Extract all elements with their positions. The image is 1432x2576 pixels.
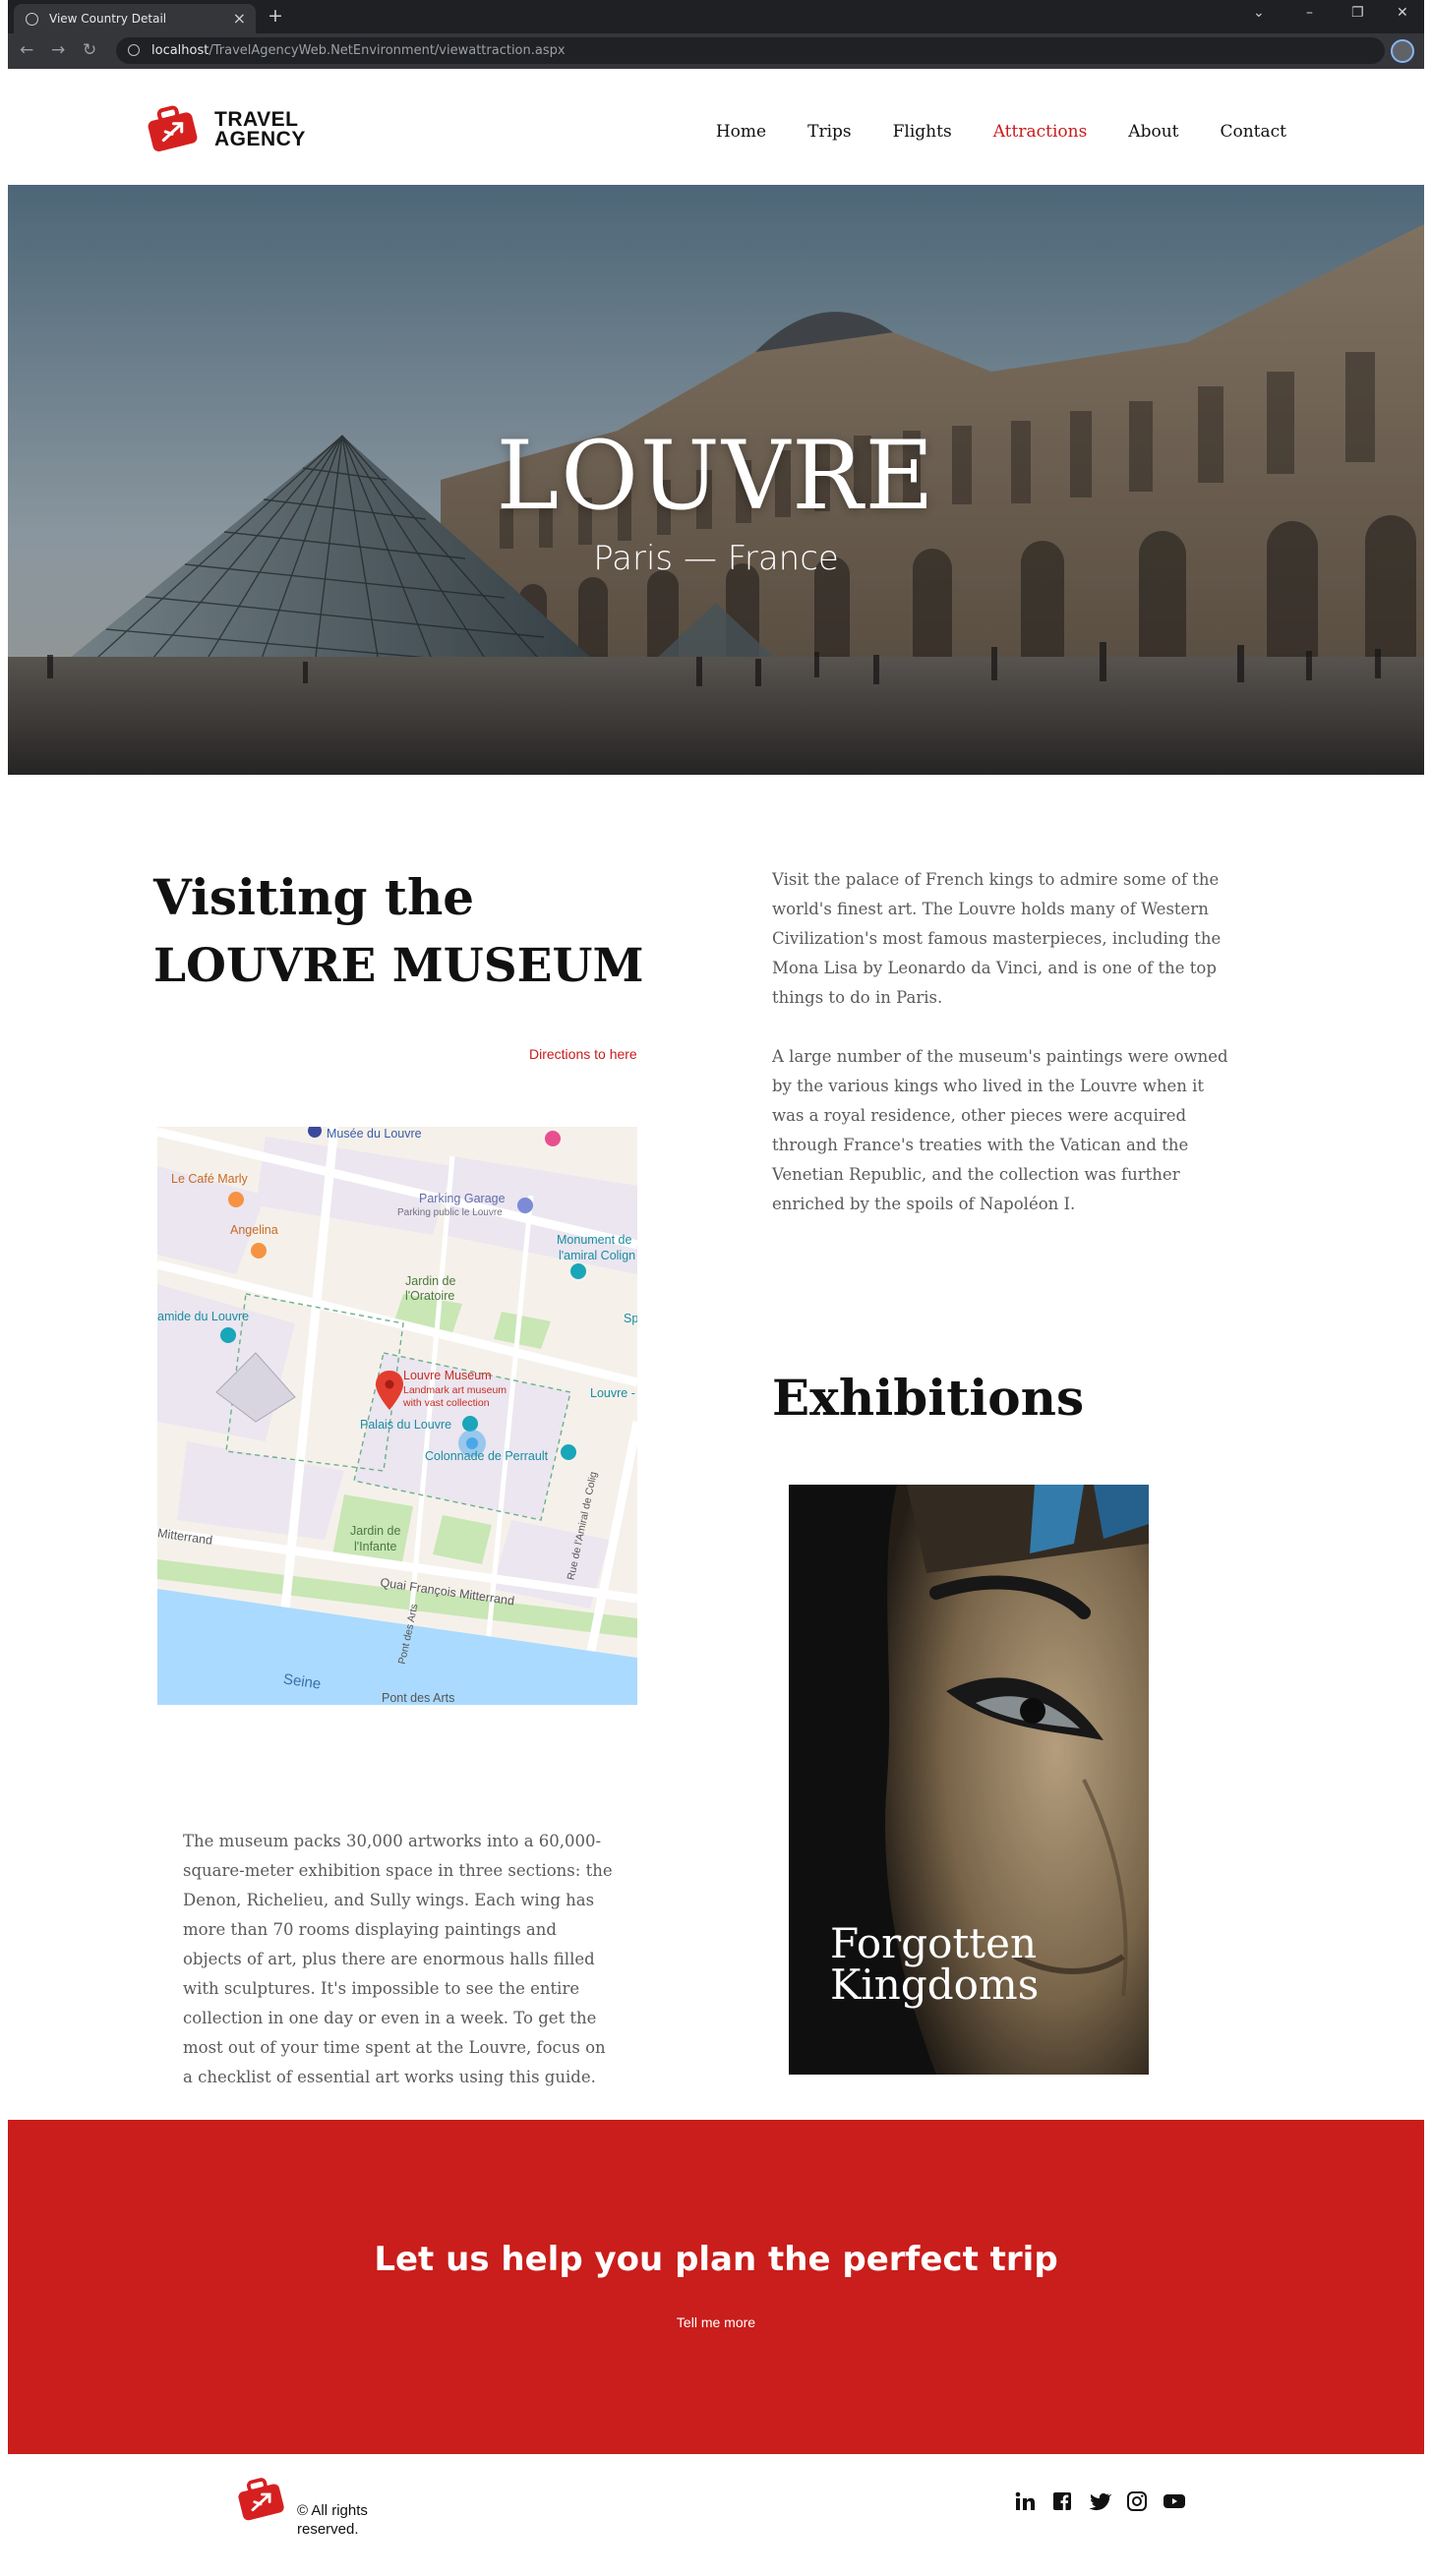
back-icon[interactable]: ← bbox=[20, 40, 33, 60]
hero-title: LOUVRE bbox=[496, 421, 936, 531]
nav-trips[interactable]: Trips bbox=[807, 122, 852, 142]
map-label-colonnade: Colonnade de Perrault bbox=[425, 1449, 549, 1463]
restore-icon[interactable]: ❐ bbox=[1351, 5, 1364, 21]
location-map[interactable]: Musée du Louvre Le Café Marly Angelina P… bbox=[157, 1127, 637, 1705]
chevron-down-icon[interactable]: ⌄ bbox=[1253, 5, 1265, 21]
close-tab-icon[interactable]: × bbox=[233, 9, 246, 28]
tell-me-more-button[interactable]: Tell me more bbox=[8, 2314, 1424, 2330]
intro-paragraph-3: The museum packs 30,000 artworks into a … bbox=[183, 1832, 613, 2086]
map-label-angelina: Angelina bbox=[230, 1223, 278, 1237]
browser-tab[interactable]: View Country Detail × bbox=[14, 4, 256, 33]
cta-banner: Let us help you plan the perfect trip Te… bbox=[8, 2120, 1424, 2454]
address-bar[interactable]: localhost/TravelAgencyWeb.NetEnvironment… bbox=[116, 37, 1385, 64]
tab-title: View Country Detail bbox=[49, 12, 167, 26]
nav-flights[interactable]: Flights bbox=[893, 122, 952, 142]
map-label-jardin-oratoire-2: l'Oratoire bbox=[405, 1289, 455, 1303]
main-nav: Home Trips Flights Attractions About Contact bbox=[716, 122, 1286, 142]
map-label-sp: Sp bbox=[624, 1312, 637, 1325]
browser-toolbar: ← → ↻ localhost/TravelAgencyWeb.NetEnvir… bbox=[8, 33, 1424, 69]
map-label-louvre-desc-2: with vast collection bbox=[403, 1397, 490, 1409]
youtube-icon[interactable] bbox=[1163, 2489, 1186, 2513]
hero-subtitle: Paris — France bbox=[593, 539, 839, 578]
minimize-icon[interactable]: – bbox=[1306, 5, 1313, 21]
social-links bbox=[1013, 2489, 1186, 2513]
linkedin-icon[interactable] bbox=[1013, 2489, 1037, 2513]
hero-banner: LOUVRE Paris — France bbox=[8, 185, 1424, 775]
map-label-cafe: Le Café Marly bbox=[171, 1172, 248, 1186]
intro-paragraph-1: Visit the palace of French kings to admi… bbox=[772, 870, 1222, 1007]
map-label-parking-sub: Parking public le Louvre bbox=[397, 1207, 503, 1218]
nav-attractions[interactable]: Attractions bbox=[993, 122, 1088, 142]
footer-logo-icon[interactable] bbox=[236, 2476, 287, 2521]
visiting-heading: Visiting the LOUVRE MUSEUM bbox=[153, 868, 644, 993]
facebook-icon[interactable] bbox=[1050, 2489, 1074, 2513]
map-label-parking: Parking Garage bbox=[419, 1192, 506, 1205]
map-label-monument-1: Monument de bbox=[557, 1233, 632, 1247]
map-label-louvre-desc-1: Landmark art museum bbox=[403, 1384, 507, 1396]
site-header: TRAVEL AGENCY Home Trips Flights Attraction… bbox=[8, 69, 1424, 185]
map-label-jardin-oratoire-1: Jardin de bbox=[405, 1274, 456, 1288]
browser-window: View Country Detail × + ⌄ – ❐ ✕ ← → ↻ lo… bbox=[8, 0, 1424, 69]
map-label-pont-bottom: Pont des Arts bbox=[382, 1691, 455, 1705]
copyright-text: © All rights reserved. bbox=[297, 2502, 368, 2538]
forward-icon[interactable]: → bbox=[51, 40, 65, 60]
map-label-jardin-infante-1: Jardin de bbox=[350, 1524, 401, 1538]
map-label-musee: Musée du Louvre bbox=[327, 1127, 422, 1141]
suitcase-plane-icon bbox=[148, 105, 198, 151]
map-label-monument-2: l'amiral Colign bbox=[559, 1249, 636, 1262]
nav-home[interactable]: Home bbox=[716, 122, 766, 142]
exhibitions-heading: Exhibitions bbox=[772, 1369, 1085, 1427]
map-label-pyramide: amide du Louvre bbox=[157, 1310, 250, 1323]
intro-paragraph-2: A large number of the museum's paintings… bbox=[772, 1047, 1228, 1213]
map-label-louvre-museum: Louvre Museum bbox=[403, 1369, 492, 1382]
site-info-icon[interactable] bbox=[128, 44, 140, 56]
profile-avatar[interactable] bbox=[1391, 39, 1414, 63]
site-footer: © All rights reserved. bbox=[8, 2454, 1424, 2576]
globe-icon bbox=[26, 13, 38, 26]
exhibition-card[interactable]: Forgotten Kingdoms bbox=[789, 1485, 1149, 2075]
cta-title: Let us help you plan the perfect trip bbox=[374, 2240, 1058, 2279]
reload-icon[interactable]: ↻ bbox=[83, 40, 96, 60]
url-text: localhost/TravelAgencyWeb.NetEnvironment… bbox=[151, 43, 566, 58]
twitter-icon[interactable] bbox=[1088, 2489, 1112, 2513]
directions-link[interactable]: Directions to here bbox=[529, 1046, 637, 1062]
exhibition-title: Forgotten Kingdoms bbox=[830, 1919, 1040, 2009]
instagram-icon[interactable] bbox=[1125, 2489, 1149, 2513]
tab-strip: View Country Detail × + ⌄ – ❐ ✕ bbox=[8, 0, 1424, 33]
map-label-palais: Palais du Louvre bbox=[360, 1418, 452, 1432]
logo-text: TRAVEL AGENCY bbox=[214, 108, 306, 150]
map-label-louvre-right: Louvre - bbox=[590, 1386, 635, 1400]
new-tab-icon[interactable]: + bbox=[268, 5, 283, 27]
nav-about[interactable]: About bbox=[1128, 122, 1178, 142]
window-close-icon[interactable]: ✕ bbox=[1397, 5, 1408, 21]
map-label-jardin-infante-2: l'Infante bbox=[354, 1540, 397, 1553]
nav-contact[interactable]: Contact bbox=[1220, 122, 1286, 142]
